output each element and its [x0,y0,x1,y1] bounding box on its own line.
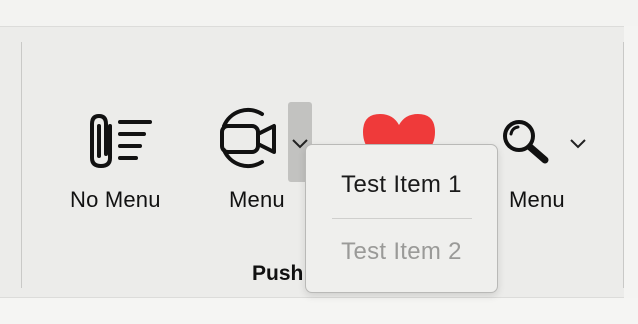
magnifier-icon [503,120,549,164]
search-menu-label: Menu [509,187,565,212]
video-menu-label: Menu [229,187,285,212]
menu-item-test-2: Test Item 2 [341,238,462,265]
panel-edge [624,26,638,298]
chevron-down-icon[interactable] [569,137,587,149]
dropdown-menu: Test Item 1 Test Item 2 [305,144,498,293]
menu-item-test-1[interactable]: Test Item 1 [306,171,497,199]
window-top-area [0,0,638,26]
no-menu-label: No Menu [70,187,161,212]
menu-separator [332,218,472,219]
group-divider-right [623,42,624,288]
group-label: Push [252,262,304,285]
paperclip-list-icon [90,113,152,169]
group-divider-left [21,42,22,288]
window-bottom-area [0,298,638,324]
video-camera-icon [220,107,276,169]
